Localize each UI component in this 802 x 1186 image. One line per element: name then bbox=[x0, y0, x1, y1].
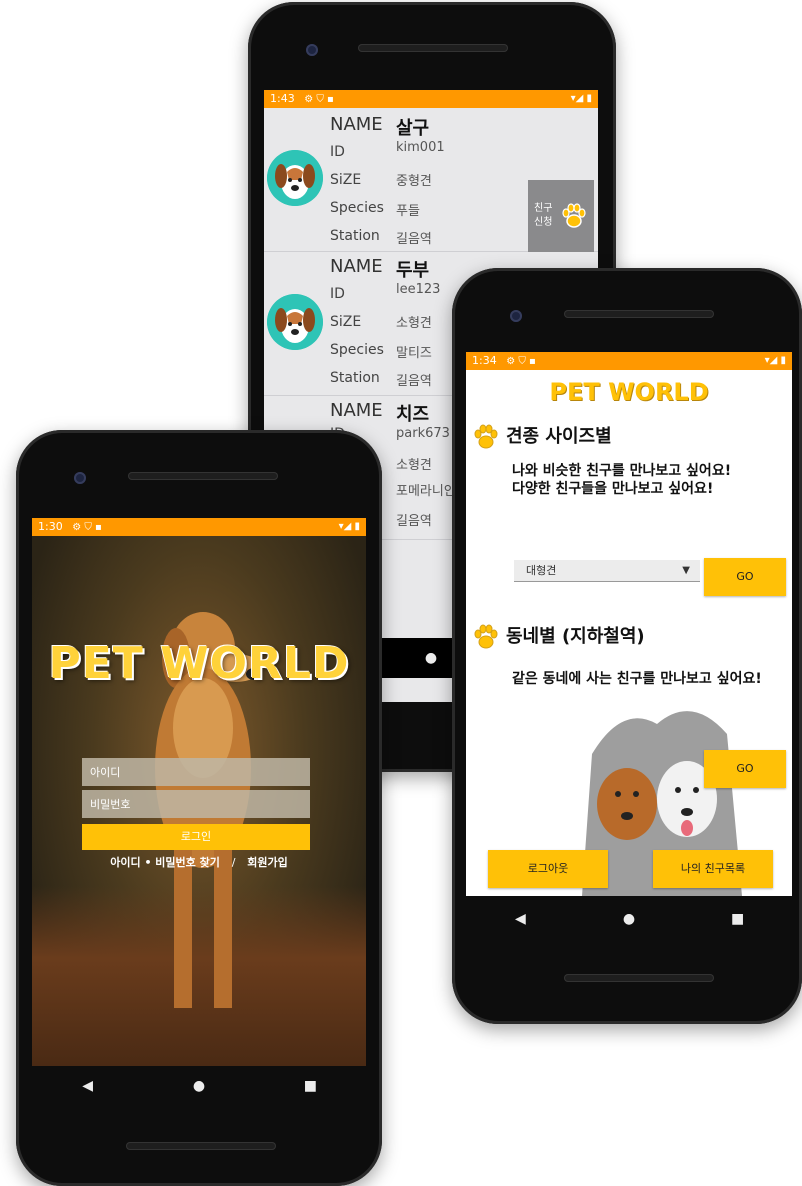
pet-species: 푸들 bbox=[396, 204, 420, 219]
bottom-speaker-grille bbox=[564, 974, 714, 982]
signal-battery-icons: ▾◢ ▮ bbox=[338, 521, 360, 532]
pet-species: 말티즈 bbox=[396, 346, 432, 361]
bottom-speaker-grille bbox=[126, 1142, 276, 1150]
logout-button[interactable]: 로그아웃 bbox=[488, 850, 608, 888]
login-screen: 1:30 ⚙ ⛉ ▪ ▾◢ ▮ PET WORLD 로그인 아이디 • 비밀번호… bbox=[32, 518, 366, 1066]
speaker-grille bbox=[358, 44, 508, 52]
pet-name: 두부 bbox=[396, 260, 430, 281]
paw-icon bbox=[562, 203, 586, 228]
station-label: Station bbox=[330, 228, 380, 244]
dog-avatar-icon bbox=[267, 150, 323, 206]
pet-size: 소형견 bbox=[396, 316, 432, 331]
password-input[interactable] bbox=[82, 790, 310, 818]
navigation-bar: ◀ ● ■ bbox=[466, 896, 792, 942]
name-row: NAME 살구 bbox=[330, 114, 590, 140]
status-time: 1:34 bbox=[472, 354, 497, 367]
find-id-password-link[interactable]: 아이디 • 비밀번호 찾기 bbox=[110, 856, 220, 869]
size-label: SiZE bbox=[330, 314, 362, 330]
recent-apps-icon[interactable]: ■ bbox=[290, 1078, 330, 1094]
menu-phone: 1:34 ⚙ ⛉ ▪ ▾◢ ▮ PET WORLD 견종 사이즈별 나와 비슷한… bbox=[452, 268, 802, 1024]
back-icon[interactable]: ◀ bbox=[500, 911, 540, 927]
speaker-grille bbox=[128, 472, 278, 480]
pet-station: 길음역 bbox=[396, 232, 432, 247]
status-bar: 1:30 ⚙ ⛉ ▪ ▾◢ ▮ bbox=[32, 518, 366, 536]
friend-request-label: 친구 신청 bbox=[534, 203, 553, 228]
status-bar: 1:34 ⚙ ⛉ ▪ ▾◢ ▮ bbox=[466, 352, 792, 370]
status-icons: ⚙ ⛉ ▪ bbox=[506, 356, 536, 367]
station-label: Station bbox=[330, 370, 380, 386]
area-go-button[interactable]: GO bbox=[704, 750, 786, 788]
pet-id: park673 bbox=[396, 426, 450, 441]
pet-size: 소형견 bbox=[396, 458, 432, 473]
id-row: ID kim001 bbox=[330, 140, 590, 170]
id-label: ID bbox=[330, 286, 345, 302]
name-label: NAME bbox=[330, 256, 383, 277]
back-icon[interactable]: ◀ bbox=[68, 1078, 108, 1094]
dog-avatar-icon bbox=[267, 294, 323, 350]
signup-link[interactable]: 회원가입 bbox=[247, 856, 287, 869]
front-camera bbox=[74, 472, 86, 484]
area-section-desc: 같은 동네에 사는 친구를 만나보고 싶어요! bbox=[512, 671, 762, 687]
id-label: ID bbox=[330, 144, 345, 160]
pet-station: 길음역 bbox=[396, 374, 432, 389]
login-button[interactable]: 로그인 bbox=[82, 824, 310, 850]
app-logo: PET WORLD bbox=[48, 638, 350, 689]
name-label: NAME bbox=[330, 400, 383, 421]
app-title: PET WORLD bbox=[549, 378, 709, 406]
status-icons: ⚙ ⛉ ▪ bbox=[72, 522, 102, 533]
pet-station: 길음역 bbox=[396, 514, 432, 529]
pet-size: 중형견 bbox=[396, 174, 432, 189]
navigation-bar: ◀ ● ■ bbox=[32, 1066, 366, 1106]
pet-id: lee123 bbox=[396, 282, 441, 297]
size-dropdown[interactable]: 대형견 ▼ bbox=[514, 560, 700, 582]
status-bar: 1:43 ⚙ ⛉ ▪ ▾◢ ▮ bbox=[264, 90, 598, 108]
signal-battery-icons: ▾◢ ▮ bbox=[570, 93, 592, 104]
link-separator: / bbox=[231, 856, 236, 869]
friend-request-button[interactable]: 친구 신청 bbox=[528, 180, 594, 252]
species-label: Species bbox=[330, 200, 384, 216]
status-icons: ⚙ ⛉ ▪ bbox=[304, 94, 334, 105]
paw-icon bbox=[474, 424, 498, 449]
menu-screen: 1:34 ⚙ ⛉ ▪ ▾◢ ▮ PET WORLD 견종 사이즈별 나와 비슷한… bbox=[466, 352, 792, 896]
dropdown-arrow-icon: ▼ bbox=[682, 565, 690, 576]
pet-name: 살구 bbox=[396, 118, 430, 139]
signal-battery-icons: ▾◢ ▮ bbox=[764, 355, 786, 366]
pet-species: 포메라니안 bbox=[396, 484, 456, 499]
size-label: SiZE bbox=[330, 172, 362, 188]
friend-card[interactable]: NAME 살구 ID kim001 SiZE 중형견 Species 푸들 St… bbox=[264, 108, 598, 252]
my-friends-button[interactable]: 나의 친구목록 bbox=[653, 850, 773, 888]
pet-id: kim001 bbox=[396, 140, 445, 155]
login-phone: 1:30 ⚙ ⛉ ▪ ▾◢ ▮ PET WORLD 로그인 아이디 • 비밀번호… bbox=[16, 430, 382, 1186]
size-section-heading: 견종 사이즈별 bbox=[472, 422, 612, 451]
front-camera bbox=[306, 44, 318, 56]
size-go-button[interactable]: GO bbox=[704, 558, 786, 596]
login-links: 아이디 • 비밀번호 찾기 / 회원가입 bbox=[32, 854, 366, 870]
id-input[interactable] bbox=[82, 758, 310, 786]
home-icon[interactable]: ● bbox=[411, 650, 451, 666]
size-section-desc: 나와 비슷한 친구를 만나보고 싶어요! 다양한 친구들을 만나보고 싶어요! bbox=[512, 463, 732, 497]
area-section-heading: 동네별 (지하철역) bbox=[472, 622, 645, 651]
paw-icon bbox=[474, 624, 498, 649]
name-label: NAME bbox=[330, 114, 383, 135]
home-icon[interactable]: ● bbox=[179, 1078, 219, 1094]
front-camera bbox=[510, 310, 522, 322]
status-time: 1:43 bbox=[270, 92, 295, 105]
status-time: 1:30 bbox=[38, 520, 63, 533]
species-label: Species bbox=[330, 342, 384, 358]
home-icon[interactable]: ● bbox=[609, 911, 649, 927]
recent-apps-icon[interactable]: ■ bbox=[718, 911, 758, 927]
size-dropdown-value: 대형견 bbox=[526, 564, 557, 577]
speaker-grille bbox=[564, 310, 714, 318]
pet-name: 치즈 bbox=[396, 404, 430, 425]
